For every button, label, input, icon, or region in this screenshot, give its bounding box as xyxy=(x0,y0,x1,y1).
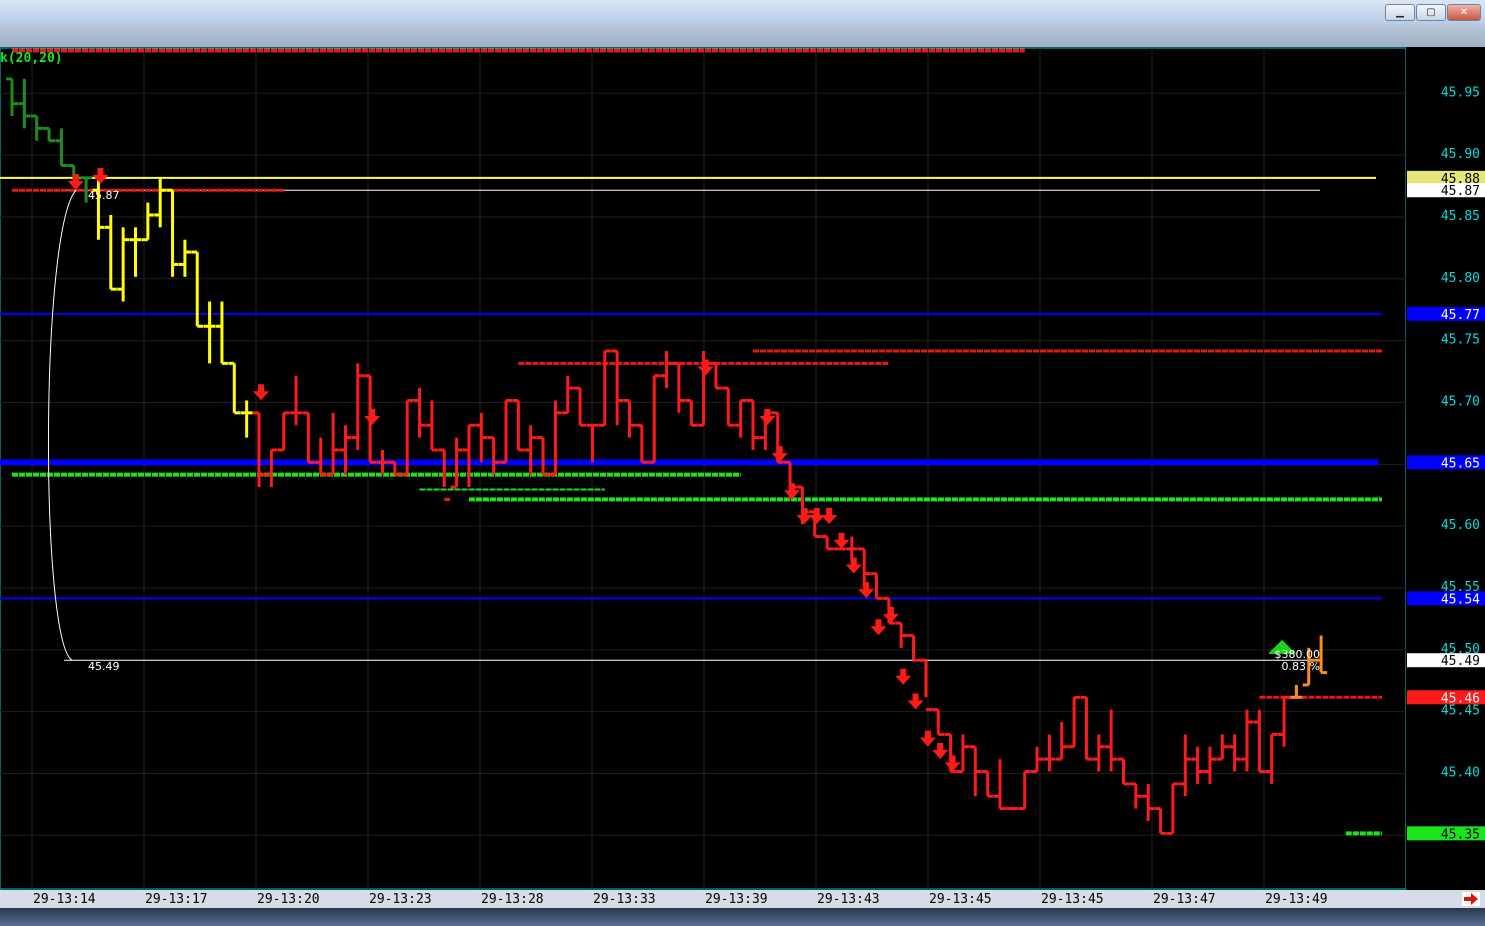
price-tag-label: 45.65 xyxy=(1441,456,1480,471)
price-tag-label: 45.46 xyxy=(1441,691,1480,706)
time-tick-label: 29-13:43 xyxy=(817,892,880,907)
scroll-right-icon[interactable] xyxy=(1462,892,1480,906)
time-tick-label: 29-13:45 xyxy=(1041,892,1104,907)
price-tick-label: 45.40 xyxy=(1441,766,1480,781)
price-tag-label: 45.77 xyxy=(1441,308,1480,323)
price-tag-label: 45.49 xyxy=(1441,654,1480,669)
price-tick-label: 45.95 xyxy=(1441,85,1480,100)
time-tick-label: 29-13:28 xyxy=(481,892,544,907)
indicator-label: k(20,20) xyxy=(0,51,63,66)
price-tick-label: 45.75 xyxy=(1441,333,1480,348)
time-tick-label: 29-13:20 xyxy=(257,892,320,907)
price-tick-label: 45.90 xyxy=(1441,147,1480,162)
price-tick-label: 45.80 xyxy=(1441,271,1480,286)
trade-start-label: 45.87 xyxy=(88,189,120,202)
time-tick-label: 29-13:14 xyxy=(33,892,96,907)
price-tick-label: 45.85 xyxy=(1441,209,1480,224)
time-tick-label: 29-13:49 xyxy=(1265,892,1328,907)
price-tick-label: 45.70 xyxy=(1441,394,1480,409)
plot-area xyxy=(0,47,1407,890)
time-tick-label: 29-13:39 xyxy=(705,892,768,907)
price-chart[interactable]: 45.8745.49$380.000.83 % 45.9545.9045.854… xyxy=(0,0,1485,926)
chart-grid xyxy=(0,47,1407,890)
trade-end-label: 45.49 xyxy=(88,660,120,673)
price-tag-label: 45.54 xyxy=(1441,592,1480,607)
price-tick-label: 45.60 xyxy=(1441,518,1480,533)
time-axis[interactable]: 29-13:14 29-13:17 29-13:20 29-13:23 29-13:28… xyxy=(0,890,1485,908)
time-tick-label: 29-13:17 xyxy=(145,892,208,907)
time-tick-label: 29-13:23 xyxy=(369,892,432,907)
price-tag-label: 45.87 xyxy=(1441,184,1480,199)
time-tick-label: 29-13:45 xyxy=(929,892,992,907)
trade-percent-label: 0.83 % xyxy=(1282,660,1320,673)
price-tag-label: 45.35 xyxy=(1441,827,1480,842)
time-tick-label: 29-13:47 xyxy=(1153,892,1216,907)
status-strip xyxy=(0,908,1485,926)
price-axis[interactable]: 45.95 45.90 45.85 45.80 45.75 45.70 45.65 45.60… xyxy=(1406,48,1485,889)
time-tick-label: 29-13:33 xyxy=(593,892,656,907)
